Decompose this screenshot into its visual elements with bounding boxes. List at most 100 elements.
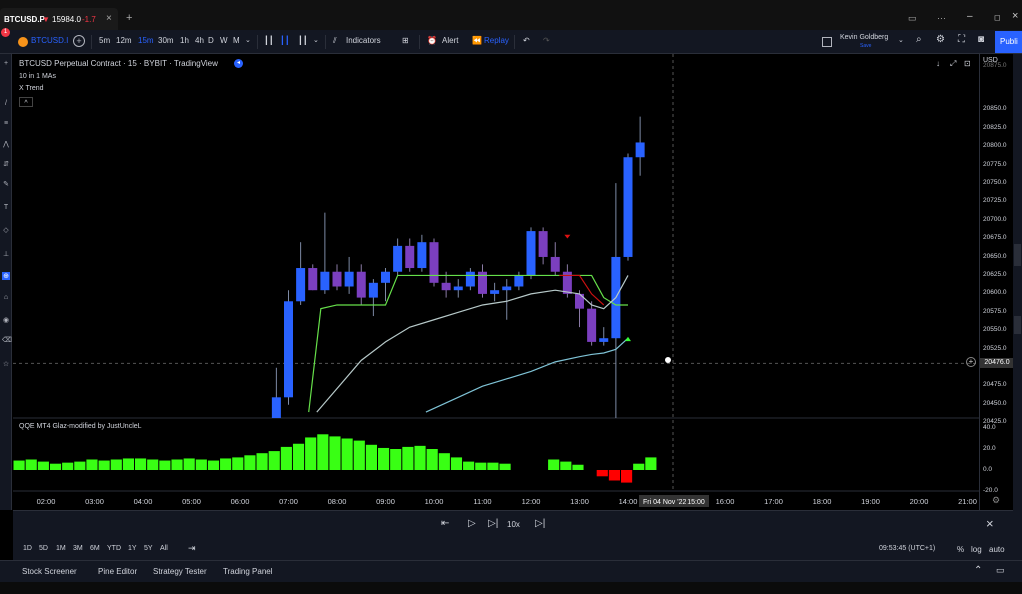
ruler-icon[interactable]: ⊥ (2, 250, 10, 258)
trash-icon[interactable]: ⌫ (2, 336, 12, 344)
range-ytd[interactable]: YTD (107, 545, 121, 552)
gear-icon[interactable]: ⚙ (936, 34, 945, 45)
candle-body[interactable] (490, 290, 500, 294)
symbol-search-button[interactable]: BTCUSD.I (31, 36, 68, 45)
candle-body[interactable] (368, 282, 378, 298)
text-icon[interactable]: T (2, 204, 10, 211)
date-range-icon[interactable]: ⇥ (188, 543, 196, 554)
alert-icon[interactable]: ⏰ (427, 36, 437, 45)
candle-body[interactable] (441, 282, 451, 291)
candle-body[interactable] (453, 286, 463, 291)
alert-button[interactable]: Alert (442, 36, 458, 45)
replay-button[interactable]: Replay (484, 36, 509, 45)
candle-body[interactable] (381, 271, 390, 283)
legend-collapse-button[interactable]: ^ (19, 97, 33, 107)
range-3m[interactable]: 3M (73, 545, 83, 552)
chevron-down-icon[interactable]: ⌄ (898, 36, 904, 44)
candle-body[interactable] (429, 242, 439, 283)
fib-icon[interactable]: ≡ (2, 120, 10, 127)
interval-5m[interactable]: 5m (99, 36, 110, 45)
user-name[interactable]: Kevin Goldberg (840, 34, 888, 41)
replay-select-bar-icon[interactable]: ⇤ (441, 518, 449, 529)
window-close-button[interactable]: × (1012, 10, 1018, 22)
range-5y[interactable]: 5Y (144, 545, 153, 552)
bar-style-icon[interactable]: ┃┃ (264, 36, 274, 45)
compare-symbol-icon[interactable]: + (73, 35, 85, 47)
candle-body[interactable] (271, 397, 281, 418)
browser-tab[interactable]: BTCUSD.P ▼ 15984.0 -1.7 × (0, 8, 118, 30)
window-more-icon[interactable]: ··· (937, 13, 946, 23)
candle-body[interactable] (308, 268, 318, 291)
auto-toggle[interactable]: auto (989, 545, 1005, 554)
trend-line-icon[interactable]: / (2, 100, 10, 107)
candle-body[interactable] (296, 268, 306, 302)
candle-body[interactable] (284, 301, 293, 398)
more-pane-icon[interactable]: ⊡ (964, 59, 971, 68)
candle-body[interactable] (332, 271, 342, 287)
lock-icon[interactable]: ⌂ (2, 294, 10, 301)
ma-blue-line[interactable] (425, 337, 629, 413)
candle-body[interactable] (587, 308, 597, 342)
candle-body[interactable] (356, 271, 366, 298)
candle-body[interactable] (320, 271, 330, 291)
candle-body[interactable] (417, 242, 427, 269)
replay-jump-icon[interactable]: ▷| (535, 518, 545, 529)
camera-icon[interactable]: ◙ (978, 34, 984, 45)
interval-D[interactable]: D (208, 36, 214, 45)
interval-15m[interactable]: 15m (138, 36, 154, 45)
candle-style-icon[interactable]: ┃┃ (280, 36, 290, 45)
fullscreen-icon[interactable]: ⛶ (958, 34, 965, 45)
replay-indicator-icon[interactable]: ◂ (234, 59, 243, 68)
panel-maximize-icon[interactable]: ▭ (996, 565, 1005, 576)
range-all[interactable]: All (160, 545, 168, 552)
redo-icon[interactable]: ↷ (543, 36, 550, 45)
search-icon[interactable]: ⌕ (916, 34, 922, 45)
range-5d[interactable]: 5D (39, 545, 48, 552)
tab-trading-panel[interactable]: Trading Panel (223, 567, 273, 576)
layout-icon[interactable] (822, 37, 832, 47)
candle-body[interactable] (393, 245, 403, 272)
interval-1h[interactable]: 1h (180, 36, 189, 45)
interval-4h[interactable]: 4h (195, 36, 204, 45)
publish-button[interactable]: Publi (995, 31, 1022, 53)
replay-close-icon[interactable]: × (986, 516, 994, 531)
percent-toggle[interactable]: % (957, 545, 964, 554)
range-1y[interactable]: 1Y (128, 545, 137, 552)
buy-signal-marker[interactable] (625, 336, 631, 342)
chart-canvas[interactable]: 02:00 03:00 04:00 05:00 06:00 07:00 08:00 09:00… (13, 54, 979, 510)
save-label[interactable]: Save (860, 43, 871, 49)
prediction-icon[interactable]: ⇵ (2, 160, 10, 168)
favorites-icon[interactable]: ☆ (2, 360, 10, 368)
calendar-icon[interactable] (1014, 316, 1021, 334)
replay-play-icon[interactable]: ▷ (468, 518, 476, 529)
move-down-icon[interactable]: ↓ (936, 59, 940, 68)
interval-M[interactable]: M (233, 36, 240, 45)
indicators-button[interactable]: Indicators (346, 36, 381, 45)
pattern-icon[interactable]: ⋀ (2, 140, 10, 148)
new-tab-button[interactable]: + (126, 12, 132, 24)
range-6m[interactable]: 6M (90, 545, 100, 552)
candle-body[interactable] (635, 142, 645, 158)
tab-pine-editor[interactable]: Pine Editor (98, 567, 137, 576)
candle-body[interactable] (465, 271, 475, 287)
interval-30m[interactable]: 30m (158, 36, 174, 45)
candle-body[interactable] (502, 286, 512, 291)
trend-indicator-label[interactable]: X Trend (19, 85, 44, 92)
candle-body[interactable] (526, 231, 536, 276)
axis-settings-icon[interactable]: ⚙ (992, 495, 1000, 506)
maximize-pane-icon[interactable]: ⤢ (950, 59, 956, 69)
add-alert-icon[interactable]: + (966, 357, 976, 367)
candle-body[interactable] (538, 231, 548, 257)
candle-body[interactable] (623, 157, 633, 257)
interval-12m[interactable]: 12m (116, 36, 132, 45)
sell-signal-marker[interactable] (564, 234, 571, 239)
tab-stock-screener[interactable]: Stock Screener (22, 567, 77, 576)
ma-indicator-label[interactable]: 10 in 1 MAs (19, 73, 56, 80)
watchlist-icon[interactable] (1014, 244, 1021, 266)
replay-speed-button[interactable]: 10x (507, 520, 520, 529)
crosshair-icon[interactable]: + (2, 60, 10, 67)
notification-badge[interactable]: 1 (1, 28, 10, 37)
templates-icon[interactable]: ⊞ (402, 36, 409, 45)
chart-pane[interactable]: 02:00 03:00 04:00 05:00 06:00 07:00 08:00 09:00… (13, 54, 979, 510)
magnet-icon[interactable]: ⊕ (2, 272, 10, 280)
